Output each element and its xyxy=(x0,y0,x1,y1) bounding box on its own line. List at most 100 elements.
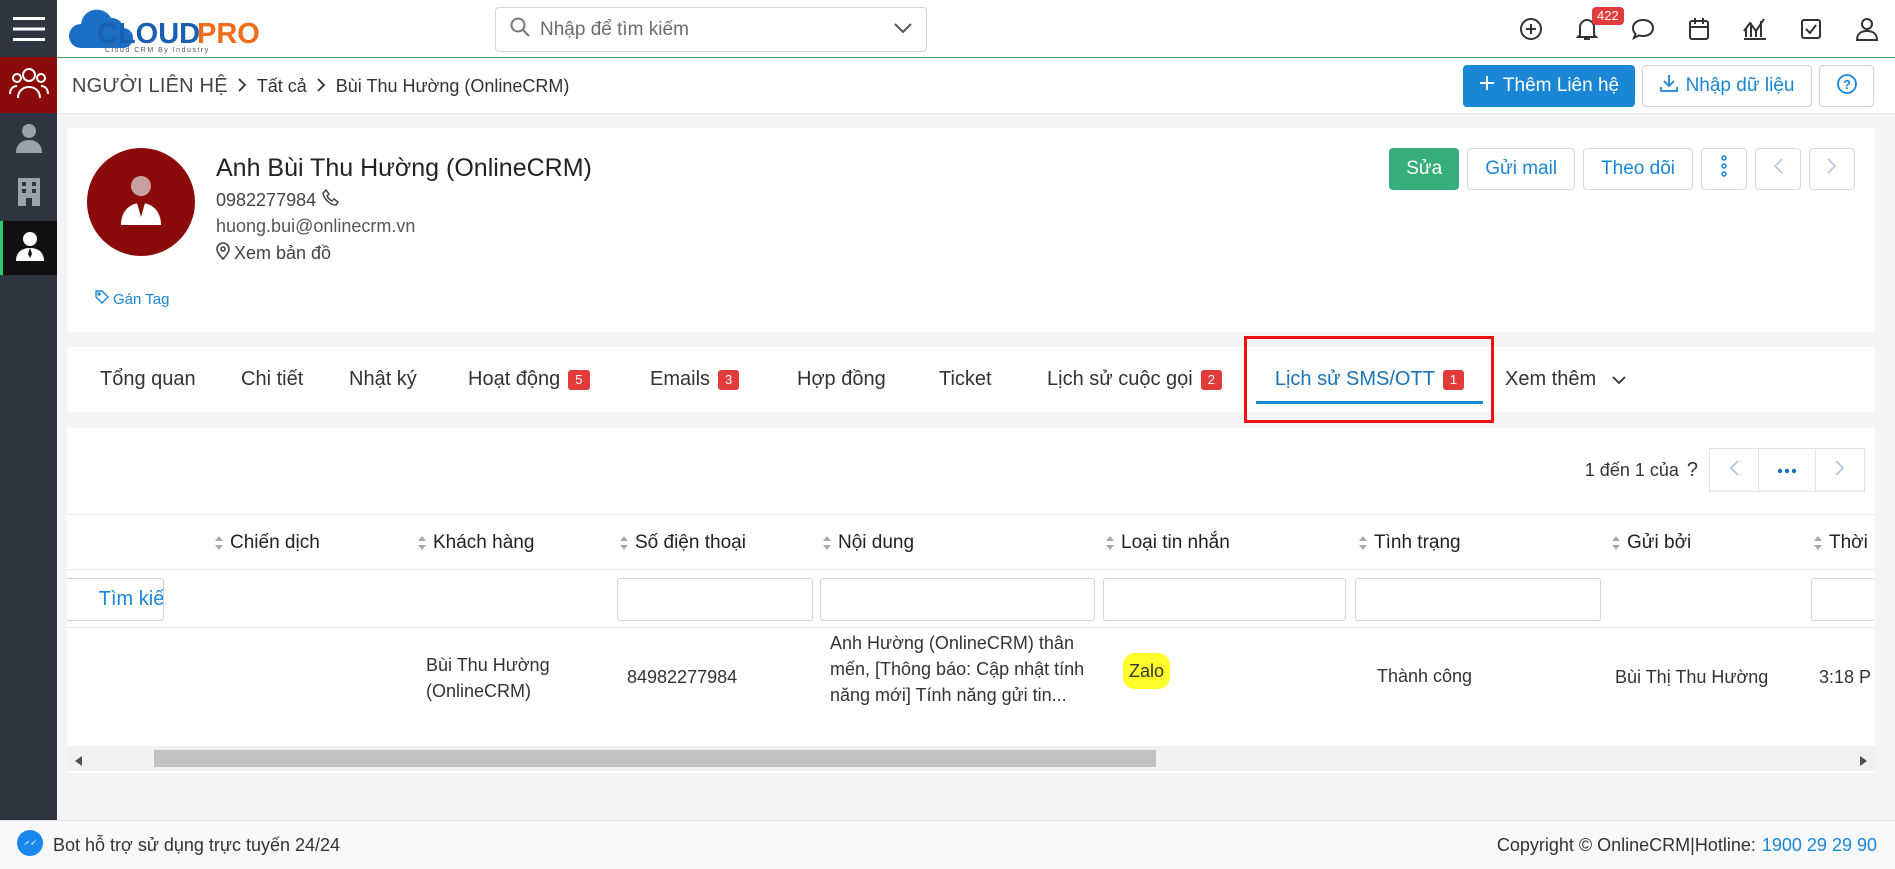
tab-ticket[interactable]: Ticket xyxy=(939,347,992,412)
help-button[interactable]: ? xyxy=(1819,65,1874,107)
scroll-right-arrow-icon[interactable] xyxy=(1860,753,1867,771)
cloudpro-logo[interactable]: CLOUD PRO Cloud CRM By Industry xyxy=(67,8,272,54)
hotline-link[interactable]: 1900 29 29 90 xyxy=(1762,835,1877,856)
tab-details[interactable]: Chi tiết xyxy=(241,347,303,412)
notification-bell-icon[interactable]: 422 xyxy=(1559,0,1624,58)
import-data-button[interactable]: Nhập dữ liệu xyxy=(1642,65,1812,107)
filter-phone-input[interactable] xyxy=(617,578,813,621)
chevron-right-icon xyxy=(1827,158,1837,180)
tab-call-history[interactable]: Lịch sử cuộc gọi 2 xyxy=(1047,347,1222,412)
chevron-down-icon[interactable] xyxy=(894,21,912,39)
follow-button[interactable]: Theo dõi xyxy=(1583,148,1693,190)
chat-bubble-icon[interactable] xyxy=(1615,0,1671,58)
edit-button[interactable]: Sửa xyxy=(1389,148,1460,190)
cell-time: 3:18 P xyxy=(1819,667,1872,687)
left-sidebar xyxy=(0,0,57,820)
tab-contracts[interactable]: Hợp đồng xyxy=(797,347,886,412)
assign-tag-link[interactable]: Gán Tag xyxy=(95,290,169,308)
contact-email[interactable]: huong.bui@onlinecrm.vn xyxy=(216,216,415,237)
download-icon xyxy=(1659,74,1678,98)
column-header-content[interactable]: Nội dung xyxy=(822,515,914,571)
sidebar-item-contact-active[interactable] xyxy=(0,221,57,275)
tab-more[interactable]: Xem thêm xyxy=(1505,347,1626,412)
top-header: CLOUD PRO Cloud CRM By Industry 422 xyxy=(57,0,1895,58)
column-header-phone[interactable]: Số điện thoại xyxy=(619,515,746,571)
plus-icon xyxy=(1479,75,1495,97)
tab-overview[interactable]: Tổng quan xyxy=(100,347,196,412)
calendar-icon[interactable] xyxy=(1671,0,1727,58)
more-options-button[interactable] xyxy=(1701,148,1747,190)
tab-emails[interactable]: Emails 3 xyxy=(650,347,740,412)
hamburger-menu-icon[interactable] xyxy=(0,0,57,57)
breadcrumb-all[interactable]: Tất cả xyxy=(257,76,307,97)
sidebar-item-contacts-group[interactable] xyxy=(0,57,57,113)
sort-icon xyxy=(619,535,629,551)
previous-record-button[interactable] xyxy=(1755,148,1801,190)
sort-icon xyxy=(417,535,427,551)
svg-text:CLOUD: CLOUD xyxy=(97,18,200,50)
column-header-message-type[interactable]: Loại tin nhắn xyxy=(1105,515,1230,571)
highlight-annotation-box xyxy=(1244,336,1494,423)
svg-text:Cloud CRM By Industry: Cloud CRM By Industry xyxy=(105,47,210,54)
sidebar-item-person[interactable] xyxy=(0,113,57,167)
support-bot-link[interactable]: Bot hỗ trợ sử dụng trực tuyến 24/24 xyxy=(17,821,340,869)
detail-tabs: Tổng quan Chi tiết Nhật ký Hoạt động 5 E… xyxy=(67,347,1875,412)
filter-status-input[interactable] xyxy=(1355,578,1601,621)
phone-icon[interactable] xyxy=(322,188,340,212)
contact-phone: 0982277984 xyxy=(216,188,340,212)
contact-profile-card: Anh Bùi Thu Hường (OnlineCRM) 0982277984… xyxy=(67,128,1875,332)
sort-icon xyxy=(1813,535,1823,551)
global-search[interactable] xyxy=(495,7,927,52)
pagination-help-icon[interactable]: ? xyxy=(1687,459,1698,482)
column-header-status[interactable]: Tình trạng xyxy=(1358,515,1461,571)
breadcrumb-current: Bùi Thu Hường (OnlineCRM) xyxy=(335,76,570,96)
filter-content-input[interactable] xyxy=(820,578,1095,621)
emails-count-badge: 3 xyxy=(718,369,740,390)
breadcrumb-root[interactable]: NGƯỜI LIÊN HỆ xyxy=(72,75,228,98)
pagination-text: 1 đến 1 của xyxy=(1584,459,1679,480)
footer: Bot hỗ trợ sử dụng trực tuyến 24/24 Copy… xyxy=(0,820,1895,869)
chevron-left-icon xyxy=(1773,158,1783,180)
question-circle-icon: ? xyxy=(1836,73,1857,99)
add-circle-icon[interactable] xyxy=(1503,0,1559,58)
map-pin-icon xyxy=(216,242,230,265)
column-header-sent-by[interactable]: Gửi bởi xyxy=(1611,515,1691,571)
search-input[interactable] xyxy=(540,18,894,41)
scrollbar-thumb[interactable] xyxy=(154,750,1156,767)
zalo-type-badge: Zalo xyxy=(1123,653,1171,689)
page-options-button[interactable] xyxy=(1758,448,1816,492)
horizontal-dots-icon xyxy=(1777,461,1797,479)
previous-page-button[interactable] xyxy=(1709,448,1759,492)
table-header: Chiến dịch Khách hàng Số điện thoại Nội … xyxy=(67,514,1875,570)
filter-search-button[interactable]: Tìm kiếm xyxy=(67,578,164,621)
search-icon xyxy=(510,17,530,42)
add-contact-button[interactable]: Thêm Liên hệ xyxy=(1463,65,1635,107)
person-icon xyxy=(15,123,42,158)
send-mail-button[interactable]: Gửi mail xyxy=(1467,148,1576,190)
cell-customer[interactable]: Bùi Thu Hường (OnlineCRM) xyxy=(426,652,596,704)
vertical-dots-icon xyxy=(1720,155,1728,183)
table-row[interactable]: Bùi Thu Hường (OnlineCRM) 84982277984 An… xyxy=(67,628,1875,743)
filter-time-input[interactable] xyxy=(1811,578,1875,621)
next-record-button[interactable] xyxy=(1809,148,1855,190)
analytics-chart-icon[interactable] xyxy=(1727,0,1783,58)
cell-sender: Bùi Thị Thu Hường xyxy=(1615,667,1769,687)
next-page-button[interactable] xyxy=(1815,448,1865,492)
scroll-left-arrow-icon[interactable] xyxy=(75,753,82,771)
view-map-link[interactable]: Xem bản đồ xyxy=(216,242,331,265)
tab-log[interactable]: Nhật ký xyxy=(349,347,417,412)
column-header-campaign[interactable]: Chiến dịch xyxy=(214,515,320,571)
sidebar-item-organization[interactable] xyxy=(0,167,57,221)
tab-activities[interactable]: Hoạt động 5 xyxy=(468,347,590,412)
svg-text:?: ? xyxy=(1843,77,1851,92)
filter-message-type-input[interactable] xyxy=(1103,578,1346,621)
horizontal-scrollbar[interactable] xyxy=(67,746,1875,771)
task-checkbox-icon[interactable] xyxy=(1783,0,1839,58)
column-header-customer[interactable]: Khách hàng xyxy=(417,515,534,571)
column-header-time[interactable]: Thời xyxy=(1813,515,1875,571)
businessman-icon xyxy=(119,175,163,230)
sort-icon xyxy=(1105,535,1115,551)
footer-copyright: Copyright © OnlineCRM|Hotline: 1900 29 2… xyxy=(1496,835,1877,856)
user-profile-icon[interactable] xyxy=(1839,0,1895,58)
breadcrumb: NGƯỜI LIÊN HỆ Tất cả Bùi Thu Hường (Onli… xyxy=(72,59,569,114)
